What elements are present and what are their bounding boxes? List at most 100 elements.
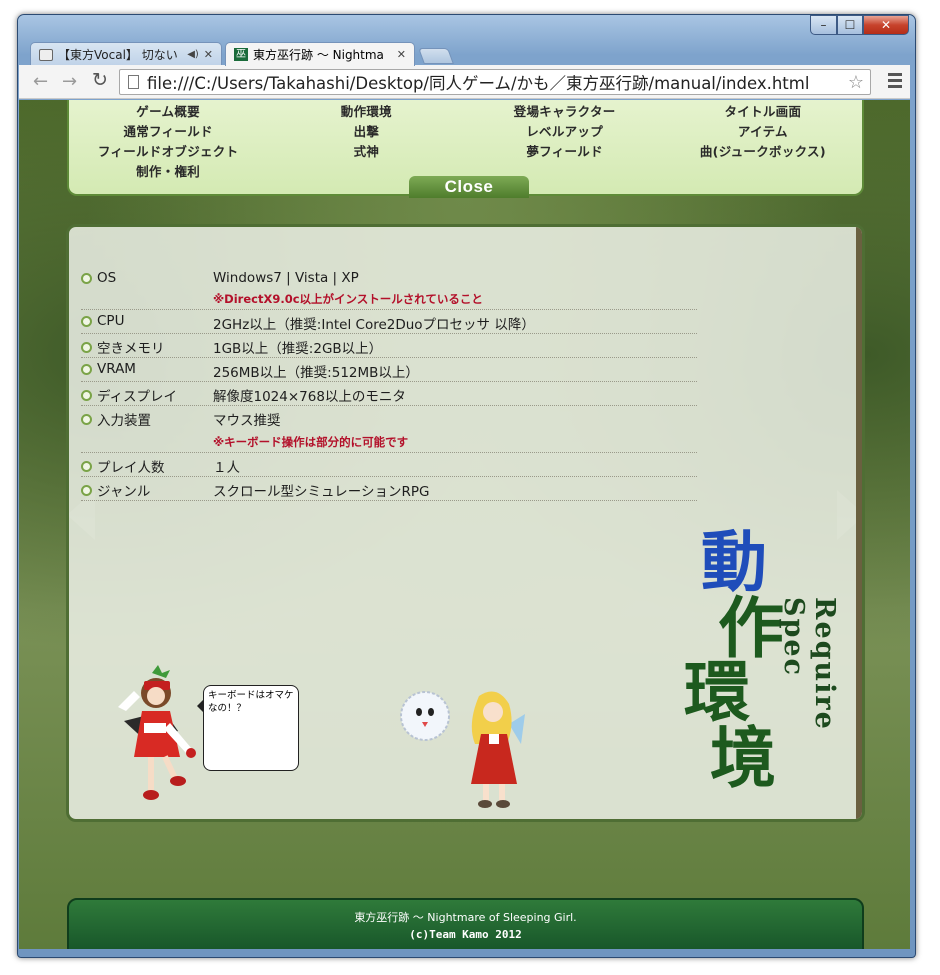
shrine-maiden-character bbox=[118, 665, 196, 800]
title-subtitle: Require Spec bbox=[778, 597, 840, 731]
menu-bar-icon bbox=[888, 73, 902, 76]
browser-menu-button[interactable] bbox=[888, 73, 902, 91]
spec-row: プレイ人数 １人 bbox=[81, 453, 697, 477]
menu-link[interactable]: 通常フィールド bbox=[69, 121, 267, 140]
spec-value-text: 1GB以上（推奨:2GB以上） bbox=[213, 341, 383, 357]
panel-edge bbox=[856, 227, 862, 819]
bullet-icon bbox=[81, 389, 92, 401]
spec-note: ※DirectX9.0c以上がインストールされていること bbox=[213, 292, 483, 306]
title-kanji-1: 動 bbox=[701, 523, 767, 601]
new-tab-button[interactable] bbox=[418, 48, 454, 64]
bullet-icon bbox=[81, 272, 92, 284]
kedama-creature bbox=[400, 691, 450, 741]
bookmark-star-icon[interactable]: ☆ bbox=[848, 72, 864, 93]
bullet-icon bbox=[81, 341, 92, 353]
spec-label: OS bbox=[81, 270, 213, 286]
reload-button[interactable]: ↻ bbox=[92, 69, 108, 91]
spec-label: プレイ人数 bbox=[81, 456, 213, 476]
spec-value-text: Windows7 | Vista | XP bbox=[213, 270, 359, 286]
maximize-button[interactable]: ☐ bbox=[837, 15, 863, 35]
spec-label: 入力装置 bbox=[81, 409, 213, 429]
tab-title: 【東方Vocal】 切ない bbox=[58, 48, 178, 62]
spec-label-text: プレイ人数 bbox=[97, 460, 165, 476]
spec-row: CPU 2GHz以上（推奨:Intel Core2Duoプロセッサ 以降） bbox=[81, 310, 697, 334]
require-spec-title-art: 動 作 環 境 Require Spec bbox=[684, 519, 846, 819]
spec-value-text: 256MB以上（推奨:512MB以上） bbox=[213, 365, 419, 381]
spec-value-text: 2GHz以上（推奨:Intel Core2Duoプロセッサ 以降） bbox=[213, 317, 535, 333]
menu-bar-icon bbox=[888, 79, 902, 82]
spec-row: ジャンル スクロール型シミュレーションRPG bbox=[81, 477, 697, 501]
spec-label: ディスプレイ bbox=[81, 385, 213, 405]
menu-link[interactable]: 制作・権利 bbox=[69, 161, 267, 180]
maximize-icon: ☐ bbox=[844, 18, 856, 32]
url-text[interactable]: file:///C:/Users/Takahashi/Desktop/同人ゲーム… bbox=[147, 70, 848, 94]
bullet-icon bbox=[81, 363, 92, 375]
address-bar[interactable]: file:///C:/Users/Takahashi/Desktop/同人ゲーム… bbox=[119, 69, 871, 95]
spec-value: １人 bbox=[213, 456, 697, 476]
menu-link[interactable]: 動作環境 bbox=[267, 101, 465, 120]
tab-close-icon[interactable]: ✕ bbox=[204, 48, 213, 61]
tab-close-icon[interactable]: ✕ bbox=[397, 48, 406, 61]
window-controls: – ☐ ✕ bbox=[810, 15, 909, 35]
speaker-icon: ◀) bbox=[187, 49, 199, 60]
tv-icon bbox=[39, 48, 53, 61]
tab-vocal[interactable]: 【東方Vocal】 切ない ◀) ✕ bbox=[30, 42, 222, 66]
menu-link[interactable]: 夢フィールド bbox=[466, 141, 664, 160]
spec-row: 空きメモリ 1GB以上（推奨:2GB以上） bbox=[81, 334, 697, 358]
spec-value-text: スクロール型シミュレーションRPG bbox=[213, 484, 430, 500]
footer-copyright: (c)Team Kamo 2012 bbox=[409, 928, 522, 941]
spec-row: ディスプレイ 解像度1024×768以上のモニタ bbox=[81, 382, 697, 406]
minimize-button[interactable]: – bbox=[810, 15, 837, 35]
menu-link[interactable]: 曲(ジュークボックス) bbox=[664, 141, 862, 160]
back-button[interactable]: ← bbox=[33, 71, 48, 92]
spec-row: 入力装置 マウス推奨 ※キーボード操作は部分的に可能です bbox=[81, 406, 697, 453]
spec-label-text: ジャンル bbox=[97, 484, 151, 500]
menu-link[interactable]: ゲーム概要 bbox=[69, 101, 267, 120]
bullet-icon bbox=[81, 315, 92, 327]
tab-title: 東方巫行跡 〜 Nightma bbox=[253, 48, 384, 62]
menu-link[interactable]: アイテム bbox=[664, 121, 862, 140]
spec-row: VRAM 256MB以上（推奨:512MB以上） bbox=[81, 358, 697, 382]
page-icon bbox=[128, 75, 139, 89]
minimize-icon: – bbox=[820, 18, 827, 32]
tab-bar: 【東方Vocal】 切ない ◀) ✕ 巫 東方巫行跡 〜 Nightma ✕ bbox=[30, 40, 890, 66]
page-viewport: ゲーム概要 動作環境 登場キャラクター タイトル画面 通常フィールド 出撃 レベルアップ アイ… bbox=[19, 100, 910, 949]
menu-link[interactable]: フィールドオブジェクト bbox=[69, 141, 267, 160]
spec-label-text: OS bbox=[97, 270, 117, 286]
speech-bubble: キーボードはオマケなの！？ bbox=[197, 685, 299, 771]
spec-value: Windows7 | Vista | XP ※DirectX9.0c以上がインスト… bbox=[213, 270, 697, 309]
forward-button[interactable]: → bbox=[62, 71, 77, 92]
spec-label-text: 空きメモリ bbox=[97, 341, 165, 357]
spec-label-text: ディスプレイ bbox=[97, 389, 178, 405]
menu-link[interactable]: 出撃 bbox=[267, 121, 465, 140]
menu-grid: ゲーム概要 動作環境 登場キャラクター タイトル画面 通常フィールド 出撃 レベルアップ アイ… bbox=[69, 100, 862, 180]
manual-menu: ゲーム概要 動作環境 登場キャラクター タイトル画面 通常フィールド 出撃 レベルアップ アイ… bbox=[67, 100, 864, 198]
close-menu-button[interactable]: Close bbox=[409, 176, 529, 198]
menu-link[interactable]: 登場キャラクター bbox=[466, 101, 664, 120]
title-kanji-4: 境 bbox=[710, 719, 776, 797]
spec-value-text: 解像度1024×768以上のモニタ bbox=[213, 389, 406, 405]
spec-panel: OS Windows7 | Vista | XP ※DirectX9.0c以上がイン… bbox=[66, 224, 865, 822]
fairy-character bbox=[400, 691, 525, 808]
menu-link[interactable]: 式神 bbox=[267, 141, 465, 160]
title-kanji-3: 環 bbox=[684, 653, 750, 731]
footer-title: 東方巫行跡 〜 Nightmare of Sleeping Girl. bbox=[354, 911, 577, 924]
close-window-button[interactable]: ✕ bbox=[863, 15, 909, 35]
spec-label: VRAM bbox=[81, 361, 213, 377]
page-footer: 東方巫行跡 〜 Nightmare of Sleeping Girl. (c)T… bbox=[67, 898, 864, 949]
spec-note: ※キーボード操作は部分的に可能です bbox=[213, 435, 409, 449]
spec-label-text: 入力装置 bbox=[97, 413, 151, 429]
menu-row: ゲーム概要 動作環境 登場キャラクター タイトル画面 bbox=[69, 100, 862, 120]
spec-value-text: １人 bbox=[213, 460, 240, 476]
spec-table: OS Windows7 | Vista | XP ※DirectX9.0c以上がイン… bbox=[81, 267, 697, 501]
menu-bar-icon bbox=[888, 85, 902, 88]
menu-link[interactable]: タイトル画面 bbox=[664, 101, 862, 120]
menu-link[interactable]: レベルアップ bbox=[466, 121, 664, 140]
spec-value-text: マウス推奨 bbox=[213, 413, 281, 429]
spec-value: 256MB以上（推奨:512MB以上） bbox=[213, 361, 697, 381]
menu-row: フィールドオブジェクト 式神 夢フィールド 曲(ジュークボックス) bbox=[69, 140, 862, 160]
tab-manual[interactable]: 巫 東方巫行跡 〜 Nightma ✕ bbox=[225, 42, 415, 66]
spec-label-text: VRAM bbox=[97, 361, 136, 377]
spec-value: 解像度1024×768以上のモニタ bbox=[213, 385, 697, 405]
spec-label-text: CPU bbox=[97, 313, 125, 329]
